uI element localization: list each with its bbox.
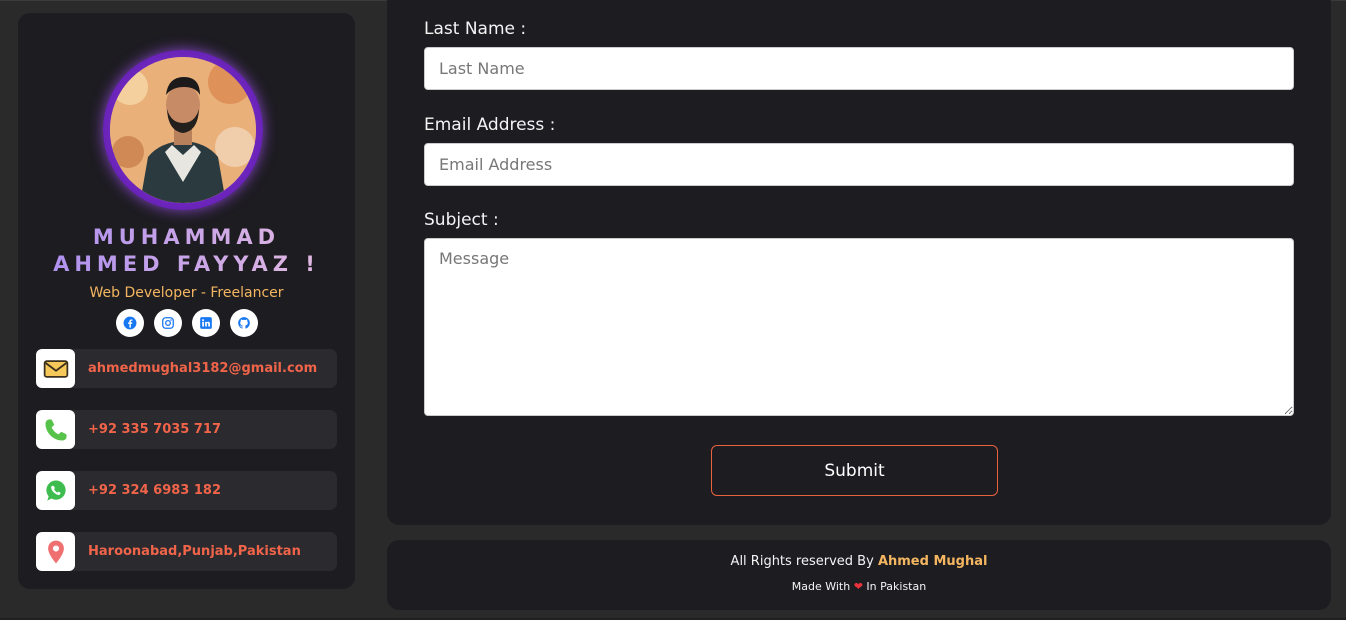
facebook-icon [123, 316, 137, 330]
location-icon [47, 540, 64, 563]
footer-made-suffix: In Pakistan [862, 580, 927, 593]
footer-made-prefix: Made With [791, 580, 854, 593]
contact-email-text: ahmedmughal3182@gmail.com [88, 361, 318, 376]
whatsapp-icon [45, 480, 66, 501]
contact-whatsapp[interactable]: +92 324 6983 182 [36, 471, 337, 510]
last-name-label: Last Name : [424, 19, 527, 39]
contact-form: Last Name : Email Address : Subject : Su… [387, 0, 1331, 525]
contact-phone-text: +92 335 7035 717 [88, 422, 222, 437]
profile-name-line1: MUHAMMAD [92, 225, 281, 249]
email-input[interactable] [424, 143, 1294, 186]
linkedin-icon [200, 317, 212, 329]
mail-icon [43, 359, 68, 378]
contact-phone[interactable]: +92 335 7035 717 [36, 410, 337, 449]
contact-icon-box [36, 349, 75, 388]
contact-whatsapp-text: +92 324 6983 182 [88, 483, 222, 498]
github-link[interactable] [230, 309, 258, 337]
social-links [115, 309, 259, 337]
profile-role: Web Developer - Freelancer [89, 285, 284, 301]
footer: All Rights reserved By Ahmed Mughal Made… [387, 540, 1331, 610]
avatar-image [110, 57, 256, 203]
footer-author[interactable]: Ahmed Mughal [878, 554, 988, 569]
footer-rights: All Rights reserved By Ahmed Mughal [387, 554, 1331, 569]
contact-location-text: Haroonabad,Punjab,Pakistan [88, 544, 301, 559]
linkedin-link[interactable] [192, 309, 220, 337]
contact-icon-box [36, 471, 75, 510]
footer-made-with: Made With ❤ In Pakistan [387, 580, 1331, 593]
github-icon [238, 317, 250, 329]
heart-icon: ❤ [853, 580, 863, 593]
footer-rights-prefix: All Rights reserved By [730, 554, 878, 569]
email-label: Email Address : [424, 115, 556, 135]
subject-label: Subject : [424, 210, 499, 230]
contact-icon-box [36, 410, 75, 449]
phone-icon [45, 419, 66, 440]
profile-name-line2: AHMED FAYYAZ ! [53, 252, 320, 276]
message-textarea[interactable] [424, 238, 1294, 416]
submit-button[interactable]: Submit [711, 445, 998, 496]
contact-location[interactable]: Haroonabad,Punjab,Pakistan [36, 532, 337, 571]
last-name-input[interactable] [424, 47, 1294, 90]
profile-card: MUHAMMAD AHMED FAYYAZ ! Web Developer - … [18, 13, 355, 589]
contact-icon-box [36, 532, 75, 571]
avatar [110, 57, 256, 203]
facebook-link[interactable] [116, 309, 144, 337]
contact-email[interactable]: ahmedmughal3182@gmail.com [36, 349, 337, 388]
profile-name: MUHAMMAD AHMED FAYYAZ ! [18, 224, 355, 278]
instagram-icon [162, 317, 174, 329]
avatar-ring [103, 50, 263, 210]
instagram-link[interactable] [154, 309, 182, 337]
